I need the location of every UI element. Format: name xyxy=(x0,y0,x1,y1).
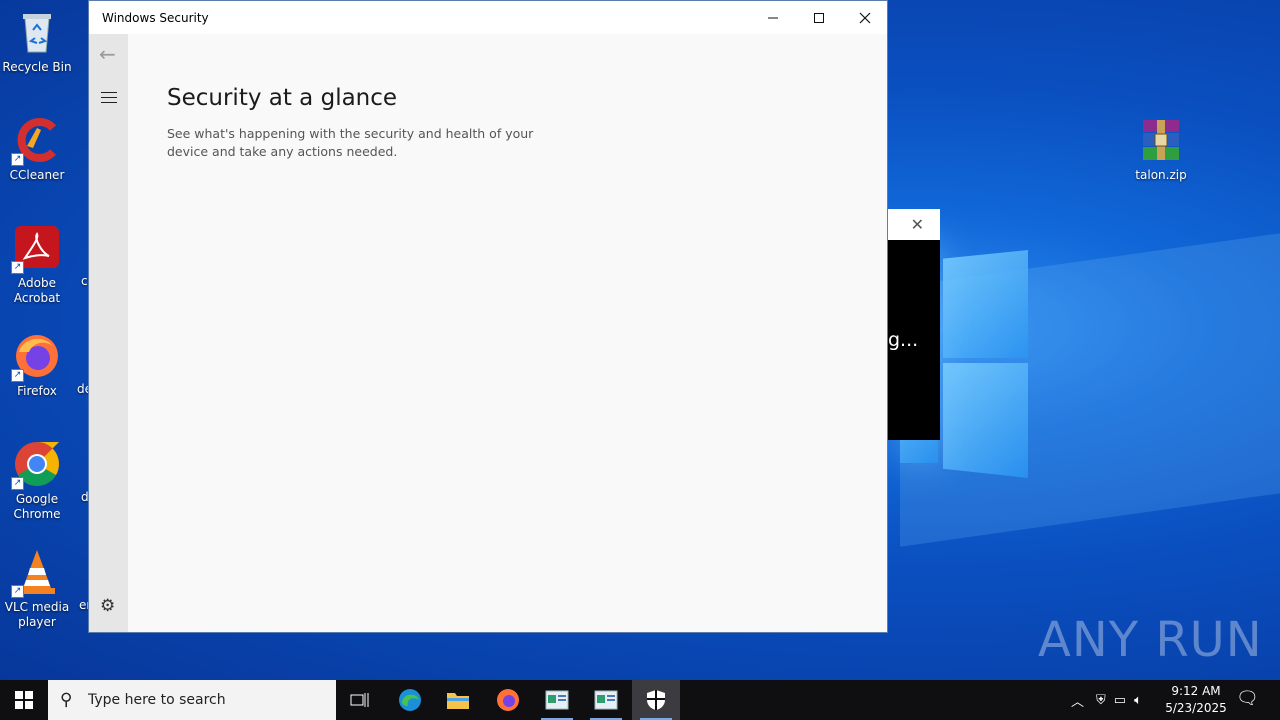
shield-icon xyxy=(647,690,665,710)
taskbar-search-box[interactable]: ⚲ Type here to search xyxy=(48,680,336,720)
minimize-button[interactable] xyxy=(750,1,796,34)
recycle-bin-icon xyxy=(13,8,61,56)
folder-icon xyxy=(447,693,469,709)
page-title: Security at a glance xyxy=(167,85,398,111)
desktop-icon-label: Recycle Bin xyxy=(2,60,72,74)
maximize-button[interactable] xyxy=(796,1,842,34)
anyrun-watermark: ANY RUN xyxy=(1038,612,1263,668)
wallpaper-logo-pane-2 xyxy=(943,363,1028,478)
window-app-icon xyxy=(594,690,618,710)
desktop-icon-label: Adobe Acrobat xyxy=(13,276,61,305)
google-chrome-icon: ↗ xyxy=(11,440,61,490)
desktop-icon-talon-zip[interactable]: talon.zip xyxy=(1124,116,1198,183)
adobe-acrobat-icon: ↗ xyxy=(11,224,61,274)
desktop-icon-google-chrome[interactable]: ↗ Google Chrome xyxy=(0,440,74,522)
desktop-icon-label: talon.zip xyxy=(1135,168,1187,182)
popup-titlebar: ✕ xyxy=(888,209,940,240)
desktop-icon-label: VLC media player xyxy=(4,600,70,629)
close-icon xyxy=(859,12,871,23)
taskbar: ⚲ Type here to search ︿ ⛨ ▭ 🔈︎ 9:12 AM 5… xyxy=(0,680,1280,720)
clock-time: 9:12 AM xyxy=(1171,684,1221,698)
desktop-icon-adobe-acrobat[interactable]: ↗ Adobe Acrobat xyxy=(0,224,74,306)
popup-text: g... xyxy=(888,329,919,351)
popup-close-icon[interactable]: ✕ xyxy=(911,215,924,234)
navigation-pane: ← ⚙ xyxy=(89,34,128,632)
edge-icon xyxy=(399,689,421,711)
desktop-icon-label: CCleaner xyxy=(9,168,65,182)
back-arrow-icon[interactable]: ← xyxy=(99,42,116,66)
network-icon[interactable]: ▭ xyxy=(1114,693,1126,708)
desktop: Recycle Bin ↗ CCleaner ↗ Adobe Acrobat ↗… xyxy=(0,0,1280,680)
firefox-icon xyxy=(497,689,519,711)
desktop-icon-recycle-bin[interactable]: Recycle Bin xyxy=(0,8,74,75)
clock-date: 5/23/2025 xyxy=(1165,701,1227,715)
window-app-icon xyxy=(545,690,569,710)
security-tray-icon[interactable]: ⛨ xyxy=(1096,693,1106,708)
desktop-icon-label: Firefox xyxy=(17,384,57,398)
window-titlebar[interactable]: Windows Security xyxy=(89,1,887,34)
taskbar-app-1[interactable] xyxy=(533,680,581,720)
winrar-archive-icon xyxy=(1137,116,1185,164)
maximize-icon xyxy=(814,12,824,23)
page-description: See what's happening with the security a… xyxy=(167,126,534,159)
windows-security-window: Windows Security ← ⚙ Security at a glanc… xyxy=(88,0,888,633)
taskbar-app-2[interactable] xyxy=(582,680,630,720)
desktop-icon-ccleaner[interactable]: ↗ CCleaner xyxy=(0,116,74,183)
main-content: Security at a glance See what's happenin… xyxy=(167,85,557,161)
desktop-icon-firefox[interactable]: ↗ Firefox xyxy=(0,332,74,399)
taskbar-clock[interactable]: 9:12 AM 5/23/2025 xyxy=(1160,683,1232,717)
action-center-notification-icon[interactable]: 🗨︎ xyxy=(1236,688,1259,709)
search-placeholder: Type here to search xyxy=(88,692,226,708)
taskbar-edge[interactable] xyxy=(386,680,434,720)
task-view-button[interactable] xyxy=(336,680,384,720)
ccleaner-icon: ↗ xyxy=(11,116,61,166)
start-button[interactable] xyxy=(0,680,48,720)
windows-logo-icon xyxy=(15,691,33,709)
system-tray: ︿ ⛨ ▭ 🔈︎ xyxy=(1071,680,1142,720)
background-popup-window: ✕ g... xyxy=(888,209,940,440)
vlc-icon: ↗ xyxy=(11,548,61,598)
hamburger-menu-icon[interactable] xyxy=(101,92,117,107)
taskbar-windows-security[interactable] xyxy=(632,680,680,720)
task-view-icon xyxy=(350,693,369,707)
desktop-icon-label: Google Chrome xyxy=(13,492,61,521)
window-title: Windows Security xyxy=(102,11,209,25)
hidden-icon-label: c xyxy=(81,274,88,288)
firefox-icon: ↗ xyxy=(11,332,61,382)
volume-icon[interactable]: 🔈︎ xyxy=(1134,693,1142,708)
settings-gear-icon[interactable]: ⚙ xyxy=(100,596,115,616)
taskbar-firefox[interactable] xyxy=(484,680,532,720)
close-button[interactable] xyxy=(842,1,888,34)
minimize-icon xyxy=(768,17,778,18)
search-icon: ⚲ xyxy=(60,690,73,710)
desktop-icon-vlc[interactable]: ↗ VLC media player xyxy=(0,548,74,630)
taskbar-file-explorer[interactable] xyxy=(434,680,482,720)
wallpaper-logo-pane-1 xyxy=(943,250,1028,358)
show-hidden-icons-chevron-up-icon[interactable]: ︿ xyxy=(1071,691,1084,710)
